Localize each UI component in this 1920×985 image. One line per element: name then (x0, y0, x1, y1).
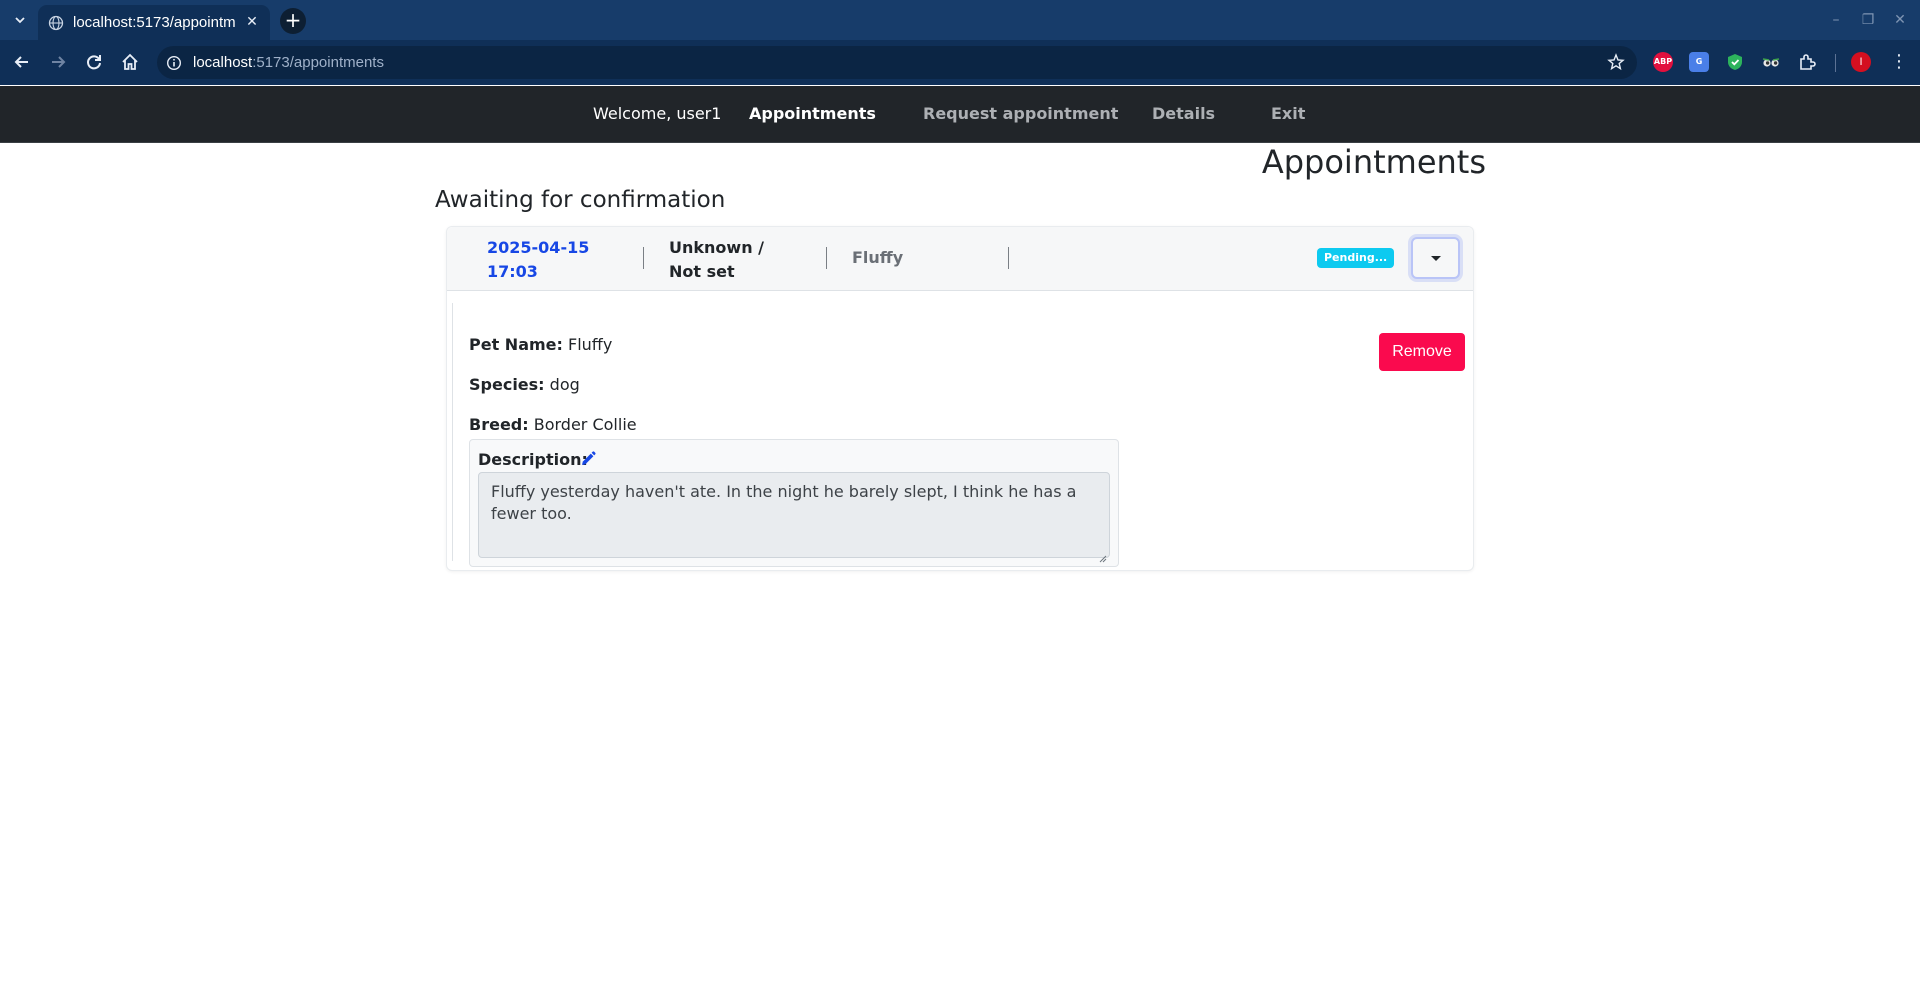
tab-close-icon[interactable]: ✕ (244, 14, 260, 30)
header-divider (1008, 247, 1009, 269)
pet-name-field: Pet Name: Fluffy (469, 335, 612, 354)
tab-title: localhost:5173/appointm (73, 14, 236, 31)
nav-request-appointment[interactable]: Request appointment (923, 104, 1118, 123)
breed-value: Border Collie (533, 415, 637, 434)
page-title: Appointments (1261, 143, 1486, 181)
profile-avatar[interactable]: I (1851, 52, 1871, 72)
back-arrow-icon[interactable] (11, 51, 33, 73)
header-divider (826, 247, 827, 269)
url-path: :5173/appointments (252, 54, 384, 71)
appointment-pet: Fluffy (852, 248, 904, 267)
home-icon[interactable] (119, 51, 141, 73)
species-field: Species: dog (469, 375, 580, 394)
pet-name-value: Fluffy (568, 335, 613, 354)
status-badge: Pending... (1317, 248, 1395, 268)
address-bar[interactable]: localhost:5173/appointments (157, 46, 1637, 79)
browser-toolbar: localhost:5173/appointments ABP G I ⋮ (0, 40, 1920, 85)
remove-button[interactable]: Remove (1379, 333, 1465, 371)
shield-icon[interactable] (1725, 52, 1745, 72)
nav-exit[interactable]: Exit (1271, 104, 1305, 123)
section-title: Awaiting for confirmation (435, 187, 726, 213)
appointment-details: Pet Name: Fluffy Species: dog Breed: Bor… (452, 303, 1468, 567)
appointment-card: 2025-04-15 17:03 Unknown / Not set Fluff… (446, 226, 1474, 571)
eyes-icon[interactable] (1761, 52, 1781, 72)
description-panel: Description: Fluffy yesterday haven't at… (469, 439, 1119, 567)
species-value: dog (549, 375, 580, 394)
description-textarea[interactable]: Fluffy yesterday haven't ate. In the nig… (478, 472, 1110, 563)
tab-search-chevron-icon[interactable] (8, 8, 32, 32)
nav-details[interactable]: Details (1152, 104, 1215, 123)
description-label: Description: (478, 450, 588, 469)
restore-icon[interactable]: ❐ (1858, 10, 1878, 30)
minimize-icon[interactable]: – (1826, 10, 1846, 30)
appointment-datetime: 2025-04-15 17:03 (487, 236, 589, 284)
doctor-line-2: Not set (669, 262, 735, 281)
resize-grip-icon[interactable] (1099, 547, 1107, 563)
app-navbar: Welcome, user1 Appointments Request appo… (0, 86, 1920, 143)
breed-field: Breed: Border Collie (469, 415, 637, 434)
browser-menu-icon[interactable]: ⋮ (1890, 52, 1908, 72)
abp-icon[interactable]: ABP (1653, 52, 1673, 72)
forward-arrow-icon[interactable] (47, 51, 69, 73)
appointment-date: 2025-04-15 (487, 238, 590, 257)
appointment-header[interactable]: 2025-04-15 17:03 Unknown / Not set Fluff… (447, 227, 1473, 291)
appointment-time: 17:03 (487, 262, 538, 281)
nav-appointments[interactable]: Appointments (749, 104, 876, 123)
new-tab-button[interactable]: + (280, 8, 306, 34)
description-text: Fluffy yesterday haven't ate. In the nig… (491, 482, 1077, 523)
welcome-text: Welcome, user1 (593, 104, 722, 123)
pencil-edit-icon[interactable] (579, 450, 597, 468)
window-close-icon[interactable]: ✕ (1890, 10, 1910, 30)
header-divider (643, 247, 644, 269)
site-info-icon[interactable] (166, 55, 182, 71)
caret-down-icon (1430, 255, 1441, 261)
breed-label: Breed: (469, 415, 529, 434)
url-host: localhost (193, 54, 253, 71)
globe-icon (48, 15, 64, 31)
appointment-doctor: Unknown / Not set (669, 236, 764, 284)
expand-toggle-button[interactable] (1411, 237, 1460, 279)
pet-name-label: Pet Name: (469, 335, 563, 354)
toolbar-divider (1835, 54, 1836, 72)
extensions-puzzle-icon[interactable] (1797, 52, 1817, 72)
reload-icon[interactable] (83, 51, 105, 73)
species-label: Species: (469, 375, 545, 394)
bookmark-star-icon[interactable] (1607, 53, 1625, 71)
translate-icon[interactable]: G (1689, 52, 1709, 72)
browser-tab-strip: localhost:5173/appointm ✕ + – ❐ ✕ (0, 0, 1920, 40)
doctor-line-1: Unknown / (669, 238, 764, 257)
browser-tab[interactable]: localhost:5173/appointm ✕ (38, 5, 270, 40)
